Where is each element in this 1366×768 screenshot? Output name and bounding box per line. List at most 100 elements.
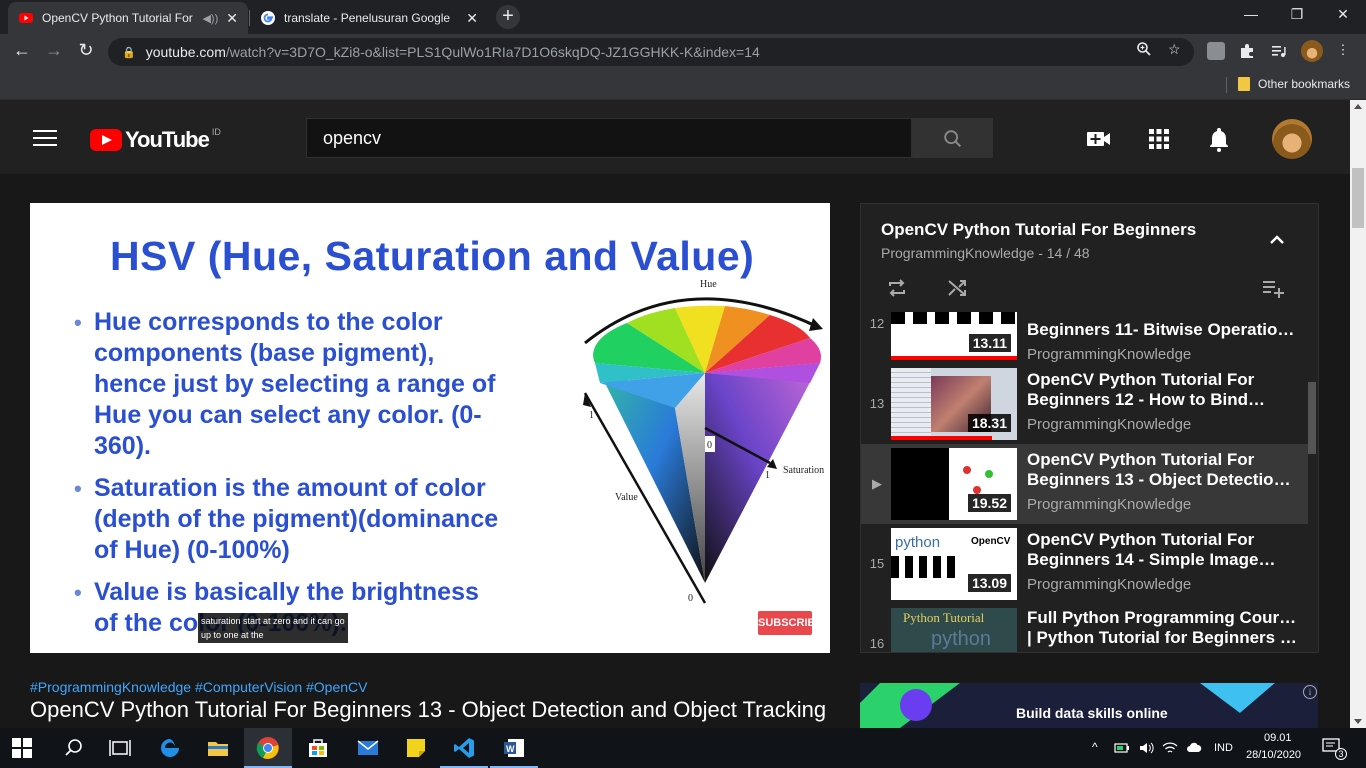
input-language[interactable]: IND — [1214, 742, 1233, 754]
profile-avatar[interactable] — [1301, 40, 1323, 62]
notifications-bell-icon[interactable] — [1206, 126, 1232, 152]
playlist-title[interactable]: OpenCV Python Tutorial For Beginners — [881, 220, 1196, 240]
edge-browser-icon[interactable] — [158, 736, 182, 760]
shuffle-icon[interactable] — [945, 276, 969, 300]
extension-icon[interactable] — [1207, 42, 1225, 60]
onedrive-cloud-icon[interactable] — [1186, 740, 1202, 756]
video-player[interactable]: HSV (Hue, Saturation and Value) • Hue co… — [30, 203, 830, 653]
bookmark-star-icon[interactable]: ☆ — [1168, 41, 1181, 58]
video-thumbnail[interactable]: 18.31 — [891, 368, 1017, 440]
title-line: OpenCV Python Tutorial For — [1027, 370, 1255, 389]
back-button[interactable]: ← — [10, 40, 34, 61]
file-explorer-icon[interactable] — [206, 736, 230, 760]
playlist-item[interactable]: 16 Python Tutorial python Full Python Pr… — [861, 604, 1308, 652]
scroll-up-arrow-icon[interactable] — [1354, 104, 1362, 109]
restore-button[interactable]: ❐ — [1274, 6, 1320, 23]
task-view-icon[interactable] — [108, 736, 132, 760]
loop-icon[interactable] — [885, 276, 909, 300]
video-thumbnail[interactable]: 19.52 — [891, 448, 1017, 520]
info-icon[interactable]: i — [1303, 685, 1317, 699]
create-video-icon[interactable] — [1086, 126, 1112, 152]
close-tab-icon[interactable]: ✕ — [466, 10, 478, 27]
word-icon[interactable]: W — [502, 736, 526, 760]
menu-icon[interactable] — [33, 130, 57, 151]
video-thumbnail[interactable]: python OpenCV 13.09 — [891, 528, 1017, 600]
playlist-item[interactable]: 12 13.11 Beginners 11- Bitwise Operatio…… — [861, 312, 1308, 364]
close-tab-icon[interactable]: ✕ — [226, 10, 238, 27]
video-title: OpenCV Python Tutorial For Beginners 13 … — [30, 697, 827, 722]
scrollbar-thumb[interactable] — [1352, 168, 1364, 228]
title-line: Beginners 11- Bitwise Operatio… — [1027, 320, 1295, 339]
scroll-down-arrow-icon[interactable] — [1354, 719, 1362, 724]
bullet-line: components (base pigment), — [94, 339, 435, 367]
sticky-notes-icon[interactable] — [404, 736, 428, 760]
playlist-item[interactable]: 15 python OpenCV 13.09 OpenCV Python Tut… — [861, 524, 1308, 604]
search-icon[interactable] — [62, 736, 86, 760]
watch-progress-bar — [891, 436, 992, 440]
mail-icon[interactable] — [356, 736, 380, 760]
chrome-icon[interactable] — [256, 736, 280, 760]
user-avatar[interactable] — [1272, 119, 1312, 159]
forward-button[interactable]: → — [42, 40, 66, 61]
title-line: OpenCV Python Tutorial For — [1027, 530, 1255, 549]
svg-text:W: W — [506, 744, 515, 754]
tab-google-translate[interactable]: translate - Penelusuran Google ✕ — [250, 2, 488, 34]
video-thumbnail[interactable]: Python Tutorial python — [891, 608, 1017, 652]
video-duration: 19.52 — [967, 494, 1011, 512]
other-bookmarks[interactable]: Other bookmarks — [1258, 77, 1350, 91]
folder-icon[interactable] — [1238, 77, 1250, 91]
video-hashtags[interactable]: #ProgrammingKnowledge #ComputerVision #O… — [30, 679, 367, 695]
bullet-dot: • — [74, 580, 82, 605]
page-scrollbar[interactable] — [1350, 100, 1366, 728]
browser-tab-strip: OpenCV Python Tutorial For ◀)) ✕ transla… — [0, 0, 1366, 34]
battery-icon[interactable] — [1114, 740, 1130, 756]
playlist-video-title: Full Python Programming Course | Python … — [1027, 608, 1297, 648]
browser-toolbar: ← → ↻ 🔒 youtube.com/watch?v=3D7O_kZi8-o&… — [0, 34, 1366, 70]
clock-date[interactable]: 28/10/2020 — [1246, 749, 1301, 761]
media-control-icon[interactable] — [1270, 42, 1288, 60]
video-thumbnail[interactable]: 13.11 — [891, 312, 1017, 360]
value-one-label: 1 — [589, 410, 594, 421]
wifi-icon[interactable] — [1162, 740, 1178, 756]
tab-title: OpenCV Python Tutorial For — [42, 11, 193, 25]
playlist-item-current[interactable]: ▶ 19.52 OpenCV Python Tutorial For Begin… — [861, 444, 1308, 524]
youtube-logo[interactable]: YouTube ID — [90, 127, 221, 153]
volume-icon[interactable] — [1138, 740, 1154, 756]
windows-start-icon[interactable] — [12, 738, 32, 758]
advertisement-banner[interactable]: Build data skills online i — [860, 683, 1318, 728]
chevron-up-icon[interactable] — [1267, 230, 1287, 250]
tab-title: translate - Penelusuran Google — [284, 11, 451, 25]
reload-button[interactable]: ↻ — [74, 40, 98, 61]
watch-progress-bar — [891, 356, 1017, 360]
title-line: OpenCV Python Tutorial For — [1027, 450, 1255, 469]
notification-count: 3 — [1335, 748, 1347, 760]
tab-youtube[interactable]: OpenCV Python Tutorial For ◀)) ✕ — [8, 2, 248, 34]
save-playlist-icon[interactable] — [1261, 276, 1285, 300]
vscode-icon[interactable] — [452, 736, 476, 760]
zoom-icon[interactable] — [1136, 41, 1152, 57]
playlist-channel: ProgrammingKnowledge — [1027, 576, 1192, 593]
title-line: Beginners 14 - Simple Image… — [1027, 550, 1276, 569]
tray-chevron-up-icon[interactable]: ^ — [1092, 740, 1098, 754]
bullet-line: Saturation is the amount of color — [94, 474, 486, 502]
chrome-menu-icon[interactable]: ⋮ — [1334, 42, 1352, 60]
title-line: Beginners 12 - How to Bind… — [1027, 390, 1266, 409]
search-input[interactable]: opencv — [306, 118, 912, 158]
extensions-puzzle-icon[interactable] — [1238, 42, 1256, 60]
playlist-video-title: OpenCV Python Tutorial For Beginners 12 … — [1027, 370, 1297, 410]
search-button[interactable] — [912, 118, 993, 158]
lock-icon[interactable]: 🔒 — [122, 46, 136, 59]
subscribe-watermark[interactable]: SUBSCRIBE — [758, 611, 823, 635]
store-icon[interactable] — [306, 736, 330, 760]
address-bar[interactable]: 🔒 youtube.com/watch?v=3D7O_kZi8-o&list=P… — [108, 38, 1194, 66]
playlist-items: 12 13.11 Beginners 11- Bitwise Operatio…… — [861, 312, 1308, 652]
playlist-item[interactable]: 13 18.31 OpenCV Python Tutorial For Begi… — [861, 364, 1308, 444]
bullet-line: (depth of the pigment)(dominance — [94, 505, 499, 533]
new-tab-button[interactable]: + — [496, 5, 520, 29]
apps-grid-icon[interactable] — [1146, 126, 1172, 152]
minimize-button[interactable]: — — [1228, 6, 1274, 22]
clock-time[interactable]: 09.01 — [1264, 732, 1292, 744]
close-window-button[interactable]: ✕ — [1320, 6, 1366, 23]
playlist-scrollbar-thumb[interactable] — [1308, 382, 1316, 454]
audio-playing-icon[interactable]: ◀)) — [202, 12, 218, 25]
